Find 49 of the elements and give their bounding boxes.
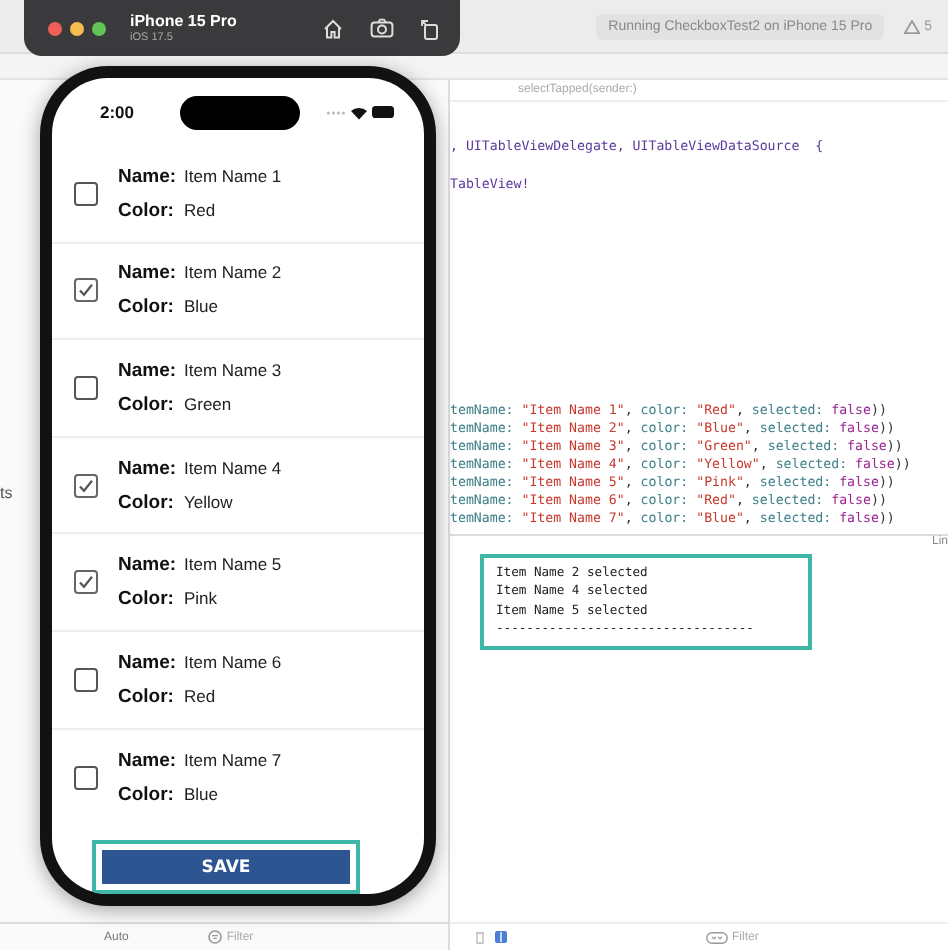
filter-icon[interactable] [208, 930, 223, 944]
checkbox[interactable] [74, 765, 98, 790]
checkbox[interactable] [74, 667, 98, 692]
split-view-icon[interactable] [494, 930, 508, 944]
field-label: Color: [118, 296, 176, 319]
home-icon[interactable] [322, 17, 344, 39]
item-name: Item Name 5 [184, 554, 282, 575]
item-name: Item Name 7 [184, 749, 282, 770]
field-label: Color: [118, 199, 176, 222]
dynamic-island [180, 95, 300, 129]
camera-icon[interactable] [370, 18, 394, 38]
checkbox[interactable] [74, 570, 98, 595]
field-label: Color: [118, 393, 176, 416]
checkbox[interactable] [74, 473, 98, 498]
item-color: Blue [184, 296, 219, 317]
field-label: Name: [118, 165, 179, 188]
field-label: Color: [118, 588, 176, 611]
filter-icon[interactable] [706, 931, 728, 943]
item-name: Item Name 3 [184, 359, 282, 380]
field-label: Color: [118, 783, 176, 806]
checkbox[interactable] [74, 375, 98, 400]
item-color: Blue [184, 783, 219, 804]
status-time: 2:00 [100, 102, 137, 122]
wifi-icon [350, 105, 368, 119]
item-name: Item Name 4 [184, 457, 282, 478]
item-color: Pink [184, 588, 218, 609]
item-color: Red [184, 685, 216, 706]
item-color: Yellow [184, 491, 233, 512]
item-name: Item Name 2 [184, 262, 282, 283]
battery-icon [372, 106, 396, 118]
field-label: Name: [118, 457, 179, 480]
item-color: Red [184, 199, 216, 220]
window-title: iPhone 15 Pro [130, 12, 237, 30]
field-label: Name: [118, 262, 179, 285]
save-button[interactable]: SAVE [102, 850, 350, 885]
checkbox[interactable] [74, 278, 98, 303]
checkbox[interactable] [74, 181, 98, 206]
field-label: Name: [118, 554, 179, 577]
signal-icon [326, 109, 346, 115]
field-label: Color: [118, 685, 176, 708]
field-label: Color: [118, 491, 176, 514]
item-color: Green [184, 393, 232, 414]
item-name: Item Name 1 [184, 165, 282, 186]
field-label: Name: [118, 749, 179, 772]
item-name: Item Name 6 [184, 651, 282, 672]
rotate-icon[interactable] [420, 17, 440, 39]
field-label: Name: [118, 359, 179, 382]
field-label: Name: [118, 651, 179, 674]
navigator-text: ts [0, 484, 13, 502]
